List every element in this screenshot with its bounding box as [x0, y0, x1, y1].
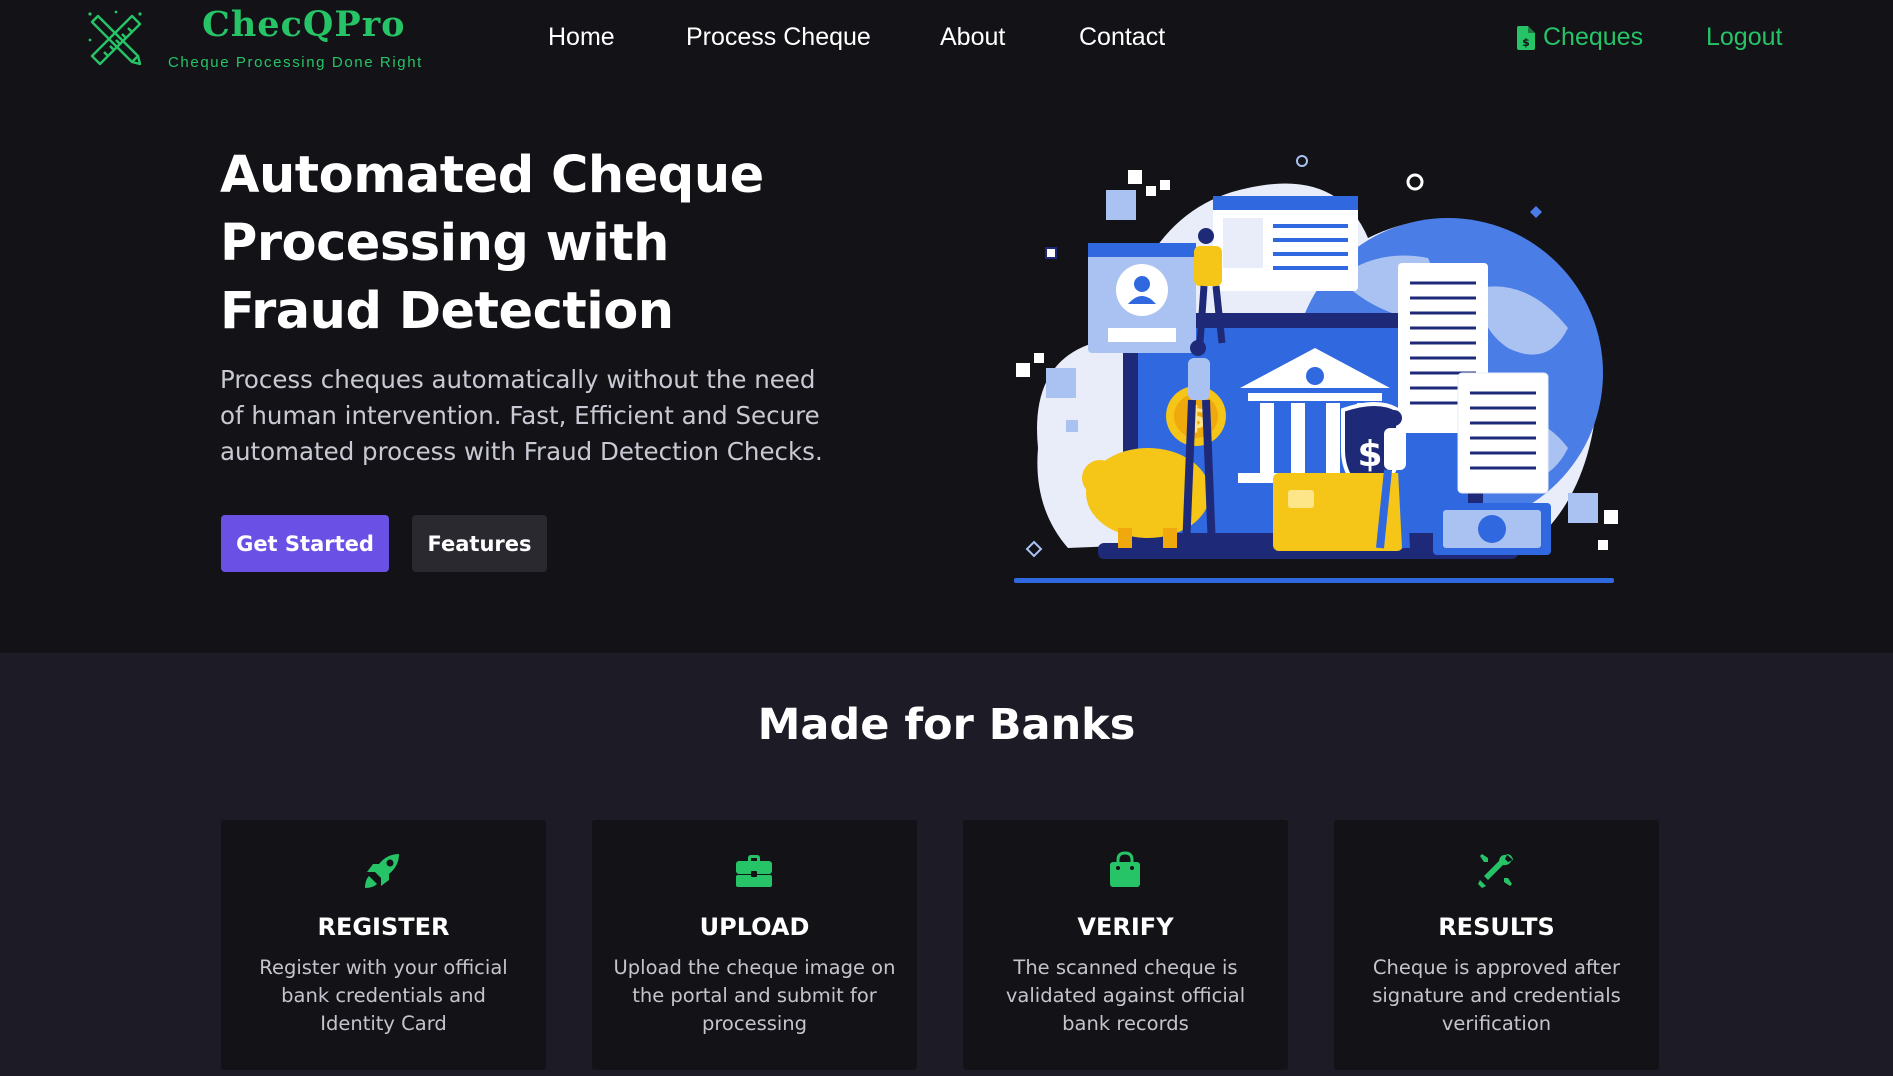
feature-card-text: The scanned cheque is validated against …: [1005, 956, 1246, 1035]
feature-card-title: VERIFY: [1077, 913, 1174, 941]
feature-card-register: REGISTER Register with your official ban…: [221, 820, 546, 1070]
navbar: ChecQPro Cheque Processing Done Right Ho…: [0, 0, 1893, 78]
brand-tagline: Cheque Processing Done Right: [168, 54, 423, 71]
brand-logo[interactable]: [84, 8, 146, 70]
feature-card-verify: VERIFY The scanned cheque is validated a…: [963, 820, 1288, 1070]
nav-cheques-label: Cheques: [1543, 23, 1644, 51]
briefcase-icon: [734, 850, 774, 890]
file-invoice-dollar-icon: $: [1517, 25, 1535, 50]
shopping-bag-icon: [1105, 850, 1145, 890]
nav-logout-link[interactable]: Logout: [1706, 23, 1782, 52]
hero-illustration: $ $: [1008, 148, 1628, 588]
tools-icon: [1476, 850, 1516, 890]
nav-process-cheque-link[interactable]: Process Cheque: [686, 23, 871, 52]
feature-card-text: Cheque is approved after signature and c…: [1372, 956, 1621, 1035]
svg-text:$: $: [1522, 36, 1530, 49]
nav-home-link[interactable]: Home: [548, 23, 615, 52]
nav-about-link[interactable]: About: [940, 23, 1005, 52]
nav-contact-link[interactable]: Contact: [1079, 23, 1165, 52]
feature-card-text: Upload the cheque image on the portal an…: [613, 956, 896, 1035]
features-button[interactable]: Features: [412, 515, 547, 572]
rocket-icon: [363, 850, 403, 890]
hero-description: Process cheques automatically without th…: [220, 365, 823, 466]
svg-text:$: $: [1357, 434, 1382, 475]
nav-cheques-link[interactable]: $ Cheques: [1517, 23, 1643, 52]
pencil-ruler-icon: [88, 10, 142, 66]
features-title: Made for Banks: [757, 700, 1136, 750]
feature-card-text: Register with your official bank credent…: [259, 956, 508, 1035]
brand-name[interactable]: ChecQPro: [202, 4, 405, 45]
feature-card-title: RESULTS: [1438, 913, 1555, 941]
feature-card-upload: UPLOAD Upload the cheque image on the po…: [592, 820, 917, 1070]
feature-card-title: UPLOAD: [699, 913, 810, 941]
hero-title: Automated Cheque Processing with Fraud D…: [220, 146, 764, 341]
feature-card-results: RESULTS Cheque is approved after signatu…: [1334, 820, 1659, 1070]
get-started-button[interactable]: Get Started: [221, 515, 389, 572]
feature-card-title: REGISTER: [317, 913, 450, 941]
